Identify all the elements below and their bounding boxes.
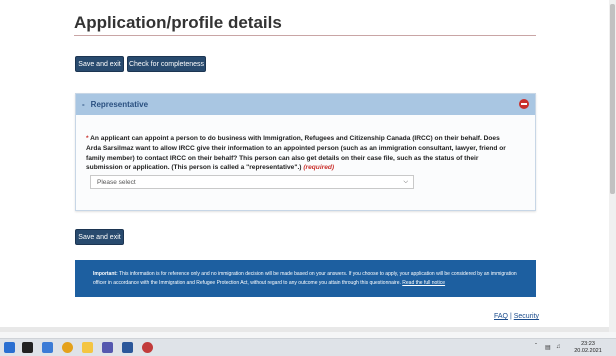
- representative-select[interactable]: Please select ⌵: [90, 175, 414, 189]
- check-completeness-button[interactable]: Check for completeness: [127, 56, 206, 72]
- remove-icon[interactable]: [519, 99, 529, 109]
- browser-page: Application/profile details Save and exi…: [0, 0, 609, 332]
- file-explorer-icon[interactable]: [82, 342, 93, 353]
- title-divider: [74, 35, 536, 36]
- question-text: An applicant can appoint a person to do …: [86, 135, 506, 172]
- notice-text: This information is for reference only a…: [93, 271, 517, 286]
- volume-icon[interactable]: ♫: [556, 344, 561, 350]
- representative-question: * An applicant can appoint a person to d…: [86, 134, 516, 173]
- faq-link[interactable]: FAQ: [494, 313, 508, 320]
- app-icon[interactable]: [142, 342, 153, 353]
- chevron-down-icon: ⌵: [403, 179, 408, 185]
- scrollbar-thumb[interactable]: [610, 4, 615, 194]
- clock-time: 23:23: [581, 341, 595, 347]
- footer-links: FAQ | Security: [494, 313, 539, 320]
- important-notice: Important: This information is for refer…: [75, 260, 536, 297]
- network-icon[interactable]: ▤: [545, 344, 551, 351]
- word-icon[interactable]: [122, 342, 133, 353]
- save-and-exit-bottom-button[interactable]: Save and exit: [75, 229, 124, 245]
- footer-band: [0, 327, 609, 332]
- save-and-exit-button[interactable]: Save and exit: [75, 56, 124, 72]
- required-star: *: [86, 135, 89, 142]
- panel-title: Representative: [90, 100, 149, 109]
- read-full-notice-link[interactable]: Read the full notice: [402, 280, 445, 286]
- chevron-up-icon[interactable]: ˆ: [535, 344, 537, 350]
- page-title: Application/profile details: [74, 13, 282, 32]
- chrome-icon[interactable]: [62, 342, 73, 353]
- windows-start-icon[interactable]: [4, 342, 15, 353]
- footer-separator: |: [509, 313, 512, 320]
- representative-panel-header[interactable]: - Representative: [76, 94, 535, 115]
- required-label: (required): [303, 164, 335, 172]
- teams-icon[interactable]: [102, 342, 113, 353]
- notice-label: Important:: [93, 271, 118, 277]
- taskbar-clock[interactable]: 23:23 20.02.2021: [570, 341, 606, 355]
- collapse-toggle-icon[interactable]: -: [82, 100, 85, 109]
- task-view-icon[interactable]: [42, 342, 53, 353]
- clock-date: 20.02.2021: [574, 348, 602, 354]
- search-icon[interactable]: [22, 342, 33, 353]
- select-value: Please select: [97, 178, 136, 186]
- representative-panel: - Representative * An applicant can appo…: [75, 93, 536, 211]
- vertical-scrollbar[interactable]: [609, 0, 616, 332]
- windows-taskbar: ˆ ▤ ♫ 23:23 20.02.2021: [0, 338, 616, 356]
- security-link[interactable]: Security: [514, 313, 539, 320]
